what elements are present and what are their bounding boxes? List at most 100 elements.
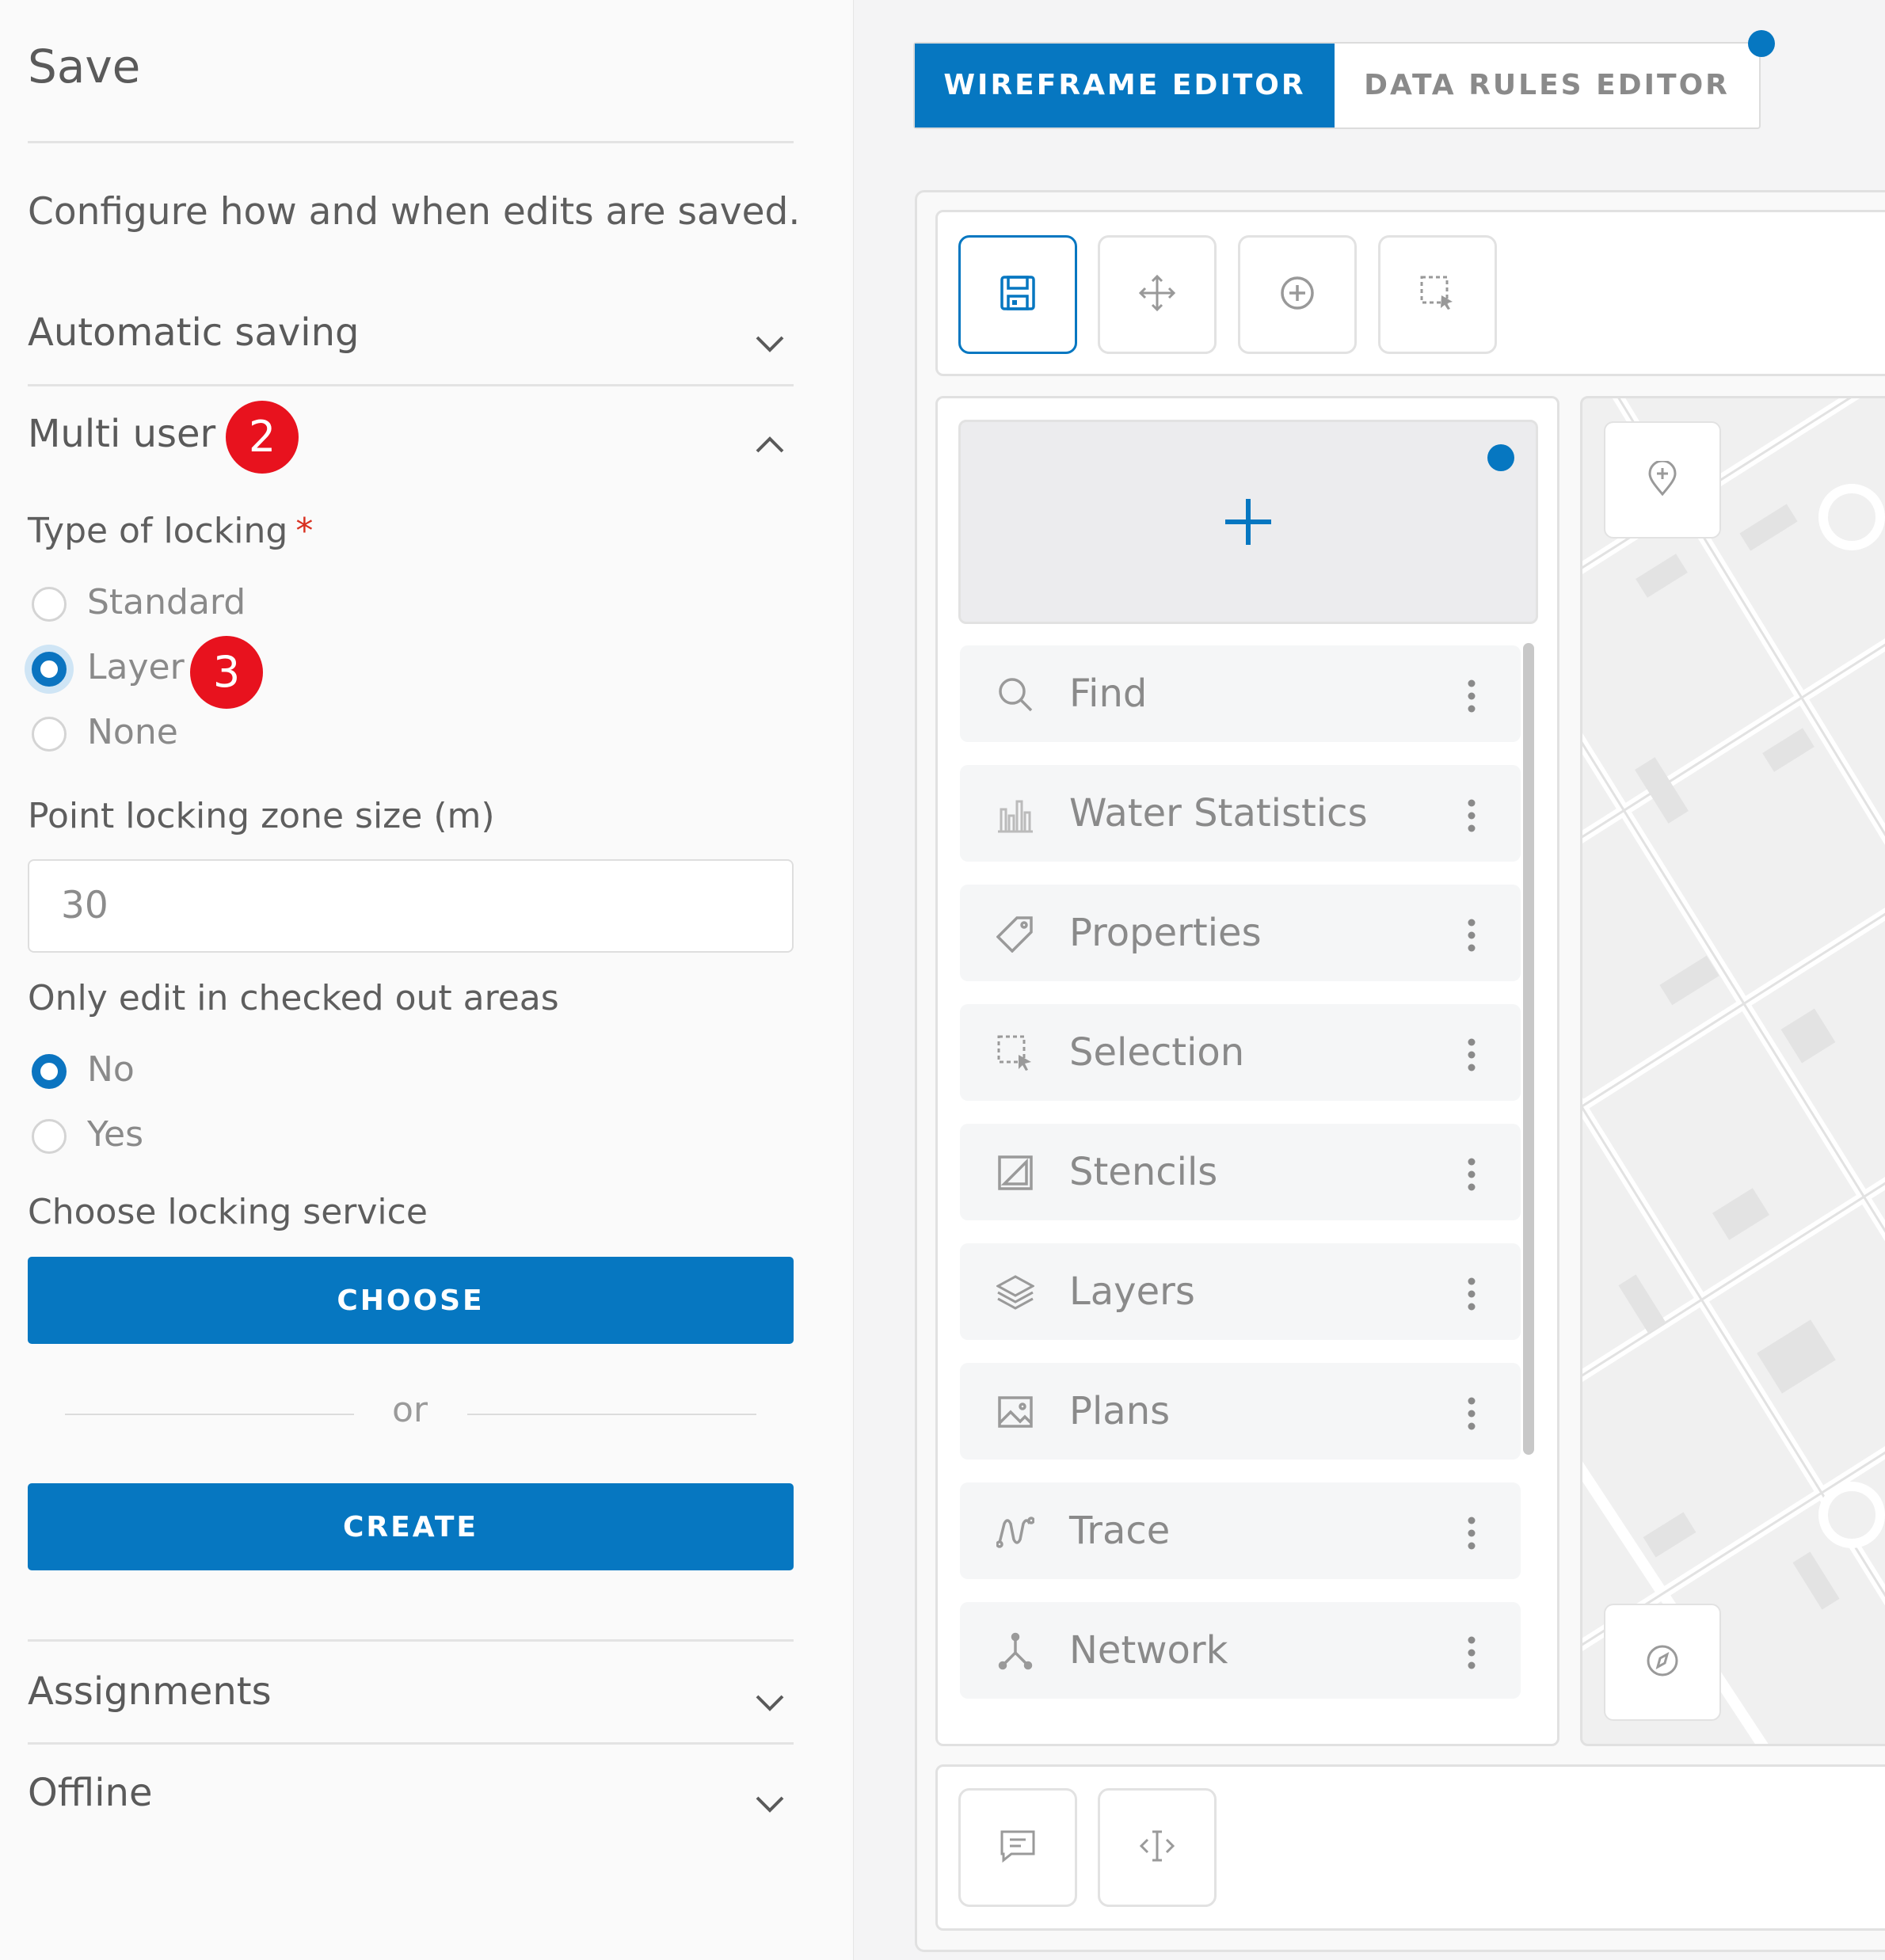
text-cursor-icon [1138,1827,1176,1868]
network-icon [996,1632,1034,1670]
section-assignments[interactable]: Assignments [28,1669,794,1741]
bottom-text-cursor-button[interactable] [1098,1788,1217,1907]
radio-control[interactable] [32,1054,67,1089]
widget-item-trace[interactable]: Trace [960,1482,1521,1579]
kebab-menu-icon[interactable] [1467,918,1476,953]
section-offline[interactable]: Offline [28,1771,794,1842]
stencil-icon [996,1154,1034,1192]
widget-label: Network [1069,1628,1228,1673]
section-multi-user[interactable]: Multi user [28,412,794,483]
point-locking-input-box[interactable] [28,859,794,953]
section-label: Offline [28,1771,153,1815]
add-circle-icon [1278,273,1317,316]
section-label: Automatic saving [28,310,360,355]
move-icon [1137,273,1177,316]
section-label: Multi user [28,412,216,456]
radio-label: No [87,1049,135,1090]
toolbar-select-button[interactable] [1378,235,1497,354]
radio-standard[interactable]: Standard [28,582,345,630]
locking-service-label: Choose locking service [28,1192,428,1232]
comment-icon [999,1827,1037,1868]
plus-icon [961,422,1536,622]
radio-control[interactable] [32,587,67,622]
kebab-menu-icon[interactable] [1467,1277,1476,1311]
widget-item-network[interactable]: Network [960,1602,1521,1699]
section-automatic-saving[interactable]: Automatic saving [28,310,794,382]
kebab-menu-icon[interactable] [1467,1037,1476,1072]
divider [28,384,794,386]
widget-label: Layers [1069,1269,1195,1314]
radio-label: Yes [87,1114,144,1155]
map-preview [1580,396,1885,1746]
map-locate-button[interactable] [1604,421,1721,539]
toolbar-move-button[interactable] [1098,235,1217,354]
radio-no[interactable]: No [28,1049,345,1097]
chevron-down-icon [754,1687,786,1718]
widget-item-layers[interactable]: Layers [960,1243,1521,1340]
trace-icon [996,1513,1035,1551]
radio-label: None [87,712,178,752]
section-label: Assignments [28,1669,272,1714]
bottom-comment-button[interactable] [958,1788,1077,1907]
widget-item-plans[interactable]: Plans [960,1363,1521,1460]
divider [28,141,794,143]
widget-list-scrollbar[interactable] [1523,643,1534,1455]
callout-badge-2: 2 [226,401,299,474]
widget-label: Water Statistics [1069,791,1368,835]
save-icon [999,274,1037,315]
radio-label: Layer [87,647,185,687]
radio-yes[interactable]: Yes [28,1114,345,1162]
bar-chart-icon [996,795,1034,833]
radio-control[interactable] [32,1119,67,1154]
divider [65,1414,354,1415]
divider [28,1639,794,1642]
editor-tabs: WIREFRAME EDITOR DATA RULES EDITOR [913,42,1761,129]
point-locking-input[interactable] [59,883,760,928]
search-icon [996,676,1034,714]
panel-title: Save [28,40,141,93]
notification-dot [1487,444,1514,471]
tag-icon [996,915,1034,953]
save-settings-panel: Save Configure how and when edits are sa… [0,0,854,1960]
notification-dot [1748,30,1775,57]
divider [28,1742,794,1745]
kebab-menu-icon[interactable] [1467,1516,1476,1551]
type-of-locking-label: Type of locking * [28,511,314,551]
callout-badge-3: 3 [190,636,263,709]
radio-none[interactable]: None [28,712,345,759]
tab-data-rules-editor[interactable]: DATA RULES EDITOR [1335,44,1759,127]
widget-label: Selection [1069,1030,1245,1075]
create-button[interactable]: CREATE [28,1483,794,1570]
toolbar-save-button[interactable] [958,235,1077,354]
choose-button[interactable]: CHOOSE [28,1257,794,1344]
kebab-menu-icon[interactable] [1467,679,1476,714]
compass-icon [1645,1643,1680,1681]
kebab-menu-icon[interactable] [1467,1635,1476,1670]
widget-item-find[interactable]: Find [960,645,1521,742]
map-streets [1582,398,1885,1744]
checked-out-label: Only edit in checked out areas [28,978,559,1018]
widget-item-selection[interactable]: Selection [960,1004,1521,1101]
tab-wireframe-editor[interactable]: WIREFRAME EDITOR [915,44,1335,127]
image-icon [996,1393,1034,1431]
divider [467,1414,756,1415]
radio-control[interactable] [32,717,67,752]
required-marker: * [295,511,314,551]
or-separator: or [392,1390,428,1430]
toolbar-add-button[interactable] [1238,235,1357,354]
widget-item-properties[interactable]: Properties [960,885,1521,981]
radio-label: Standard [87,582,246,622]
radio-control[interactable] [32,652,67,687]
map-compass-button[interactable] [1604,1604,1721,1721]
add-widget-tile[interactable] [958,420,1538,624]
widget-label: Trace [1069,1509,1171,1553]
widget-item-water-statistics[interactable]: Water Statistics [960,765,1521,862]
kebab-menu-icon[interactable] [1467,1157,1476,1192]
chevron-down-icon [754,1788,786,1820]
widget-label: Find [1069,672,1148,716]
widget-item-stencils[interactable]: Stencils [960,1124,1521,1220]
radio-layer[interactable]: Layer [28,647,345,695]
kebab-menu-icon[interactable] [1467,798,1476,833]
kebab-menu-icon[interactable] [1467,1396,1476,1431]
chevron-up-icon [754,429,786,461]
